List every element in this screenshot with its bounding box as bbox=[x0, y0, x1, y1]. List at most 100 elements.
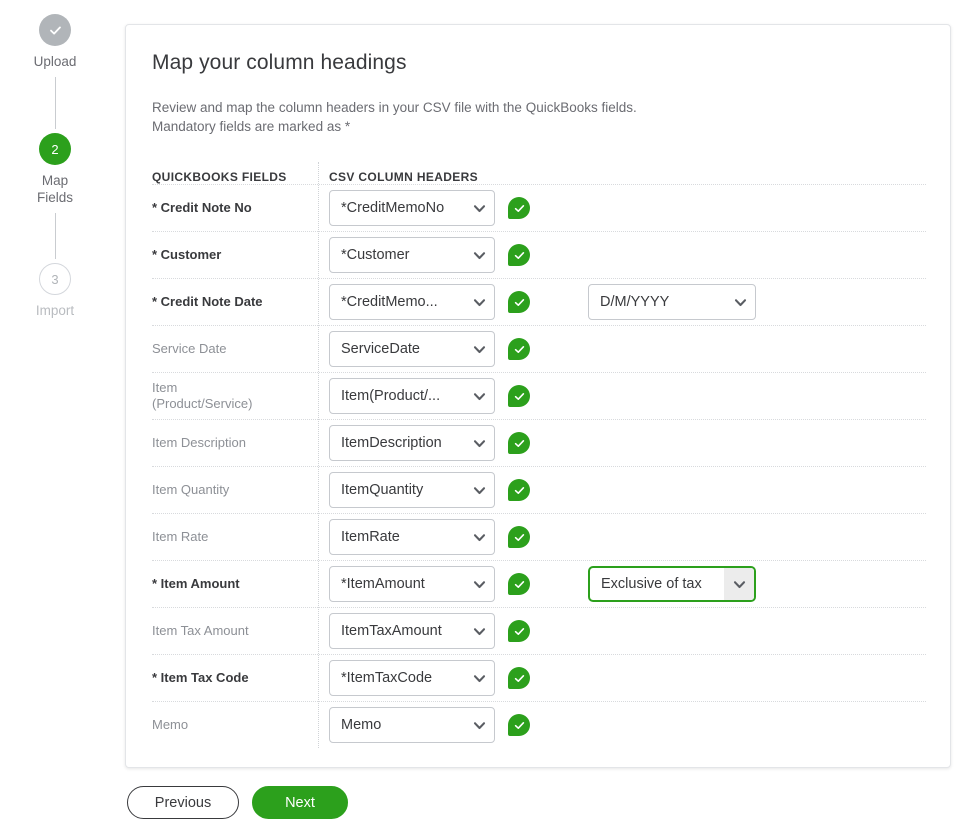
chevron-down-icon[interactable] bbox=[724, 568, 754, 600]
step-upload-circle bbox=[39, 14, 71, 46]
mapping-controls: Memo bbox=[318, 707, 530, 743]
check-icon bbox=[513, 296, 526, 309]
mapping-controls: ItemTaxAmount bbox=[318, 613, 530, 649]
csv-column-select[interactable]: Item(Product/... bbox=[329, 378, 495, 414]
check-icon bbox=[513, 672, 526, 685]
wizard-footer: Previous Next bbox=[127, 786, 348, 819]
chevron-down-icon[interactable] bbox=[464, 624, 494, 639]
mapping-controls: ItemDescription bbox=[318, 425, 530, 461]
chevron-down-icon[interactable] bbox=[464, 718, 494, 733]
chevron-down-icon[interactable] bbox=[725, 295, 755, 310]
date-format-select[interactable]: D/M/YYYY bbox=[588, 284, 756, 320]
secondary-select-value: Exclusive of tax bbox=[601, 576, 702, 592]
csv-column-select[interactable]: ItemQuantity bbox=[329, 472, 495, 508]
status-badge-valid bbox=[508, 197, 530, 219]
step-map-fields-circle: 2 bbox=[38, 133, 71, 165]
status-badge-valid bbox=[508, 291, 530, 313]
csv-column-select-value: *Customer bbox=[341, 247, 410, 263]
status-badge-valid bbox=[508, 620, 530, 642]
step-import[interactable]: 3 Import bbox=[36, 263, 74, 319]
mapping-controls: *CreditMemoNo bbox=[318, 190, 530, 226]
check-icon bbox=[513, 578, 526, 591]
check-icon bbox=[513, 249, 526, 262]
chevron-down-icon[interactable] bbox=[464, 248, 494, 263]
table-row: Item Description ItemDescription bbox=[152, 419, 926, 466]
quickbooks-field-label: * Credit Note No bbox=[152, 200, 252, 215]
chevron-down-icon[interactable] bbox=[464, 483, 494, 498]
csv-column-select[interactable]: *Customer bbox=[329, 237, 495, 273]
check-icon bbox=[513, 202, 526, 215]
mapping-controls: Item(Product/... bbox=[318, 378, 530, 414]
quickbooks-field-label: Item (Product/Service) bbox=[152, 380, 318, 412]
check-icon bbox=[513, 343, 526, 356]
table-row: * Credit Note No *CreditMemoNo bbox=[152, 184, 926, 231]
table-row: Item Tax Amount ItemTaxAmount bbox=[152, 607, 926, 654]
csv-column-select[interactable]: ServiceDate bbox=[329, 331, 495, 367]
csv-column-select-value: ServiceDate bbox=[341, 341, 420, 357]
chevron-down-icon[interactable] bbox=[464, 201, 494, 216]
csv-column-select-value: Item(Product/... bbox=[341, 388, 441, 404]
chevron-down-icon[interactable] bbox=[464, 671, 494, 686]
csv-column-select[interactable]: Memo bbox=[329, 707, 495, 743]
csv-column-select[interactable]: ItemTaxAmount bbox=[329, 613, 495, 649]
mapping-controls: *CreditMemo... D/M/YYYY bbox=[318, 284, 756, 320]
intro-line-1: Review and map the column headers in you… bbox=[152, 100, 637, 115]
check-icon bbox=[513, 437, 526, 450]
quickbooks-field-label: Memo bbox=[152, 717, 189, 732]
column-header-quickbooks-fields: QUICKBOOKS FIELDS bbox=[152, 170, 287, 184]
quickbooks-field-label: Service Date bbox=[152, 341, 227, 356]
check-icon bbox=[513, 625, 526, 638]
csv-column-select[interactable]: *ItemTaxCode bbox=[329, 660, 495, 696]
status-badge-valid bbox=[508, 432, 530, 454]
quickbooks-field-label: * Customer bbox=[152, 247, 222, 262]
step-upload[interactable]: Upload bbox=[34, 14, 76, 70]
step-import-label: Import bbox=[35, 303, 75, 318]
mapping-controls: ServiceDate bbox=[318, 331, 530, 367]
table-row: Item Quantity ItemQuantity bbox=[152, 466, 926, 513]
status-badge-valid bbox=[508, 244, 530, 266]
next-button[interactable]: Next bbox=[252, 786, 348, 819]
chevron-down-icon[interactable] bbox=[464, 342, 494, 357]
table-row: * Item Tax Code *ItemTaxCode bbox=[152, 654, 926, 701]
csv-column-select-value: ItemRate bbox=[341, 529, 400, 545]
check-icon bbox=[48, 23, 63, 38]
csv-column-select-value: *CreditMemo... bbox=[341, 294, 438, 310]
status-badge-valid bbox=[508, 526, 530, 548]
quickbooks-field-label: Item Description bbox=[152, 435, 246, 450]
chevron-down-icon[interactable] bbox=[464, 295, 494, 310]
status-badge-valid bbox=[508, 667, 530, 689]
status-badge-valid bbox=[508, 573, 530, 595]
quickbooks-field-label: Item Quantity bbox=[152, 482, 230, 497]
csv-column-select-value: *ItemAmount bbox=[341, 576, 425, 592]
step-map-fields-label-line2: Fields bbox=[36, 190, 73, 205]
mapping-card: Map your column headings Review and map … bbox=[125, 24, 951, 768]
quickbooks-field-label-line2: (Product/Service) bbox=[152, 396, 253, 411]
quickbooks-field-label: * Credit Note Date bbox=[152, 294, 263, 309]
step-map-fields-label-line1: Map bbox=[41, 173, 69, 188]
chevron-down-icon[interactable] bbox=[464, 577, 494, 592]
chevron-down-icon[interactable] bbox=[464, 530, 494, 545]
step-connector-2 bbox=[54, 213, 56, 259]
csv-column-select[interactable]: *ItemAmount bbox=[329, 566, 495, 602]
quickbooks-field-label-line1: Item bbox=[152, 380, 178, 395]
csv-column-select-value: *CreditMemoNo bbox=[341, 200, 445, 216]
table-rows: * Credit Note No *CreditMemoNo * Customer *… bbox=[152, 184, 926, 748]
csv-column-select[interactable]: *CreditMemoNo bbox=[329, 190, 495, 226]
page-title: Map your column headings bbox=[152, 51, 407, 74]
csv-column-select[interactable]: ItemRate bbox=[329, 519, 495, 555]
mapping-controls: *Customer bbox=[318, 237, 530, 273]
quickbooks-field-label: * Item Tax Code bbox=[152, 670, 249, 685]
secondary-select-value: D/M/YYYY bbox=[600, 294, 670, 310]
check-icon bbox=[513, 531, 526, 544]
chevron-down-icon[interactable] bbox=[464, 436, 494, 451]
column-header-csv-headers: CSV COLUMN HEADERS bbox=[329, 170, 478, 184]
mapping-controls: ItemRate bbox=[318, 519, 530, 555]
csv-column-select[interactable]: ItemDescription bbox=[329, 425, 495, 461]
table-row: * Item Amount *ItemAmount Exclusive of tax bbox=[152, 560, 926, 607]
step-map-fields[interactable]: 2 Map Fields bbox=[37, 133, 73, 206]
previous-button[interactable]: Previous bbox=[127, 786, 239, 819]
field-mapping-table: QUICKBOOKS FIELDS CSV COLUMN HEADERS * C… bbox=[152, 162, 926, 748]
tax-treatment-select[interactable]: Exclusive of tax bbox=[588, 566, 756, 602]
chevron-down-icon[interactable] bbox=[464, 389, 494, 404]
csv-column-select[interactable]: *CreditMemo... bbox=[329, 284, 495, 320]
